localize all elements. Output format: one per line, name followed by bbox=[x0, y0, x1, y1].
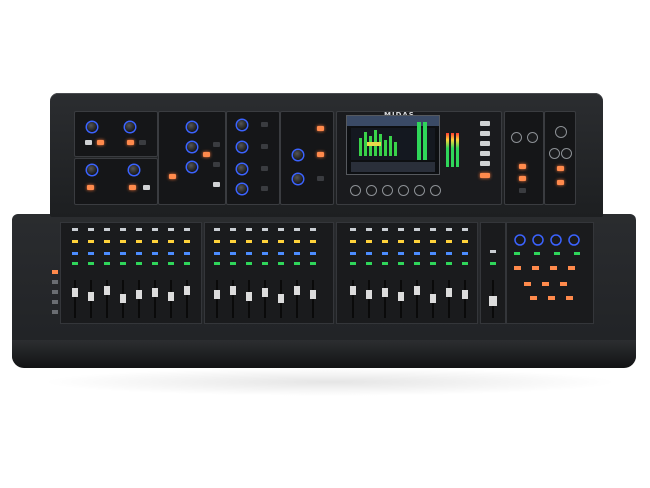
strips-right bbox=[350, 228, 468, 318]
mixing-console-photo: MIDAS bbox=[0, 0, 650, 488]
channel-controls bbox=[52, 228, 580, 318]
strips-left bbox=[72, 228, 190, 318]
strips-middle bbox=[214, 228, 316, 318]
navigation-buttons bbox=[52, 280, 58, 314]
assignable-controls bbox=[514, 234, 580, 300]
master-fader bbox=[489, 250, 497, 318]
